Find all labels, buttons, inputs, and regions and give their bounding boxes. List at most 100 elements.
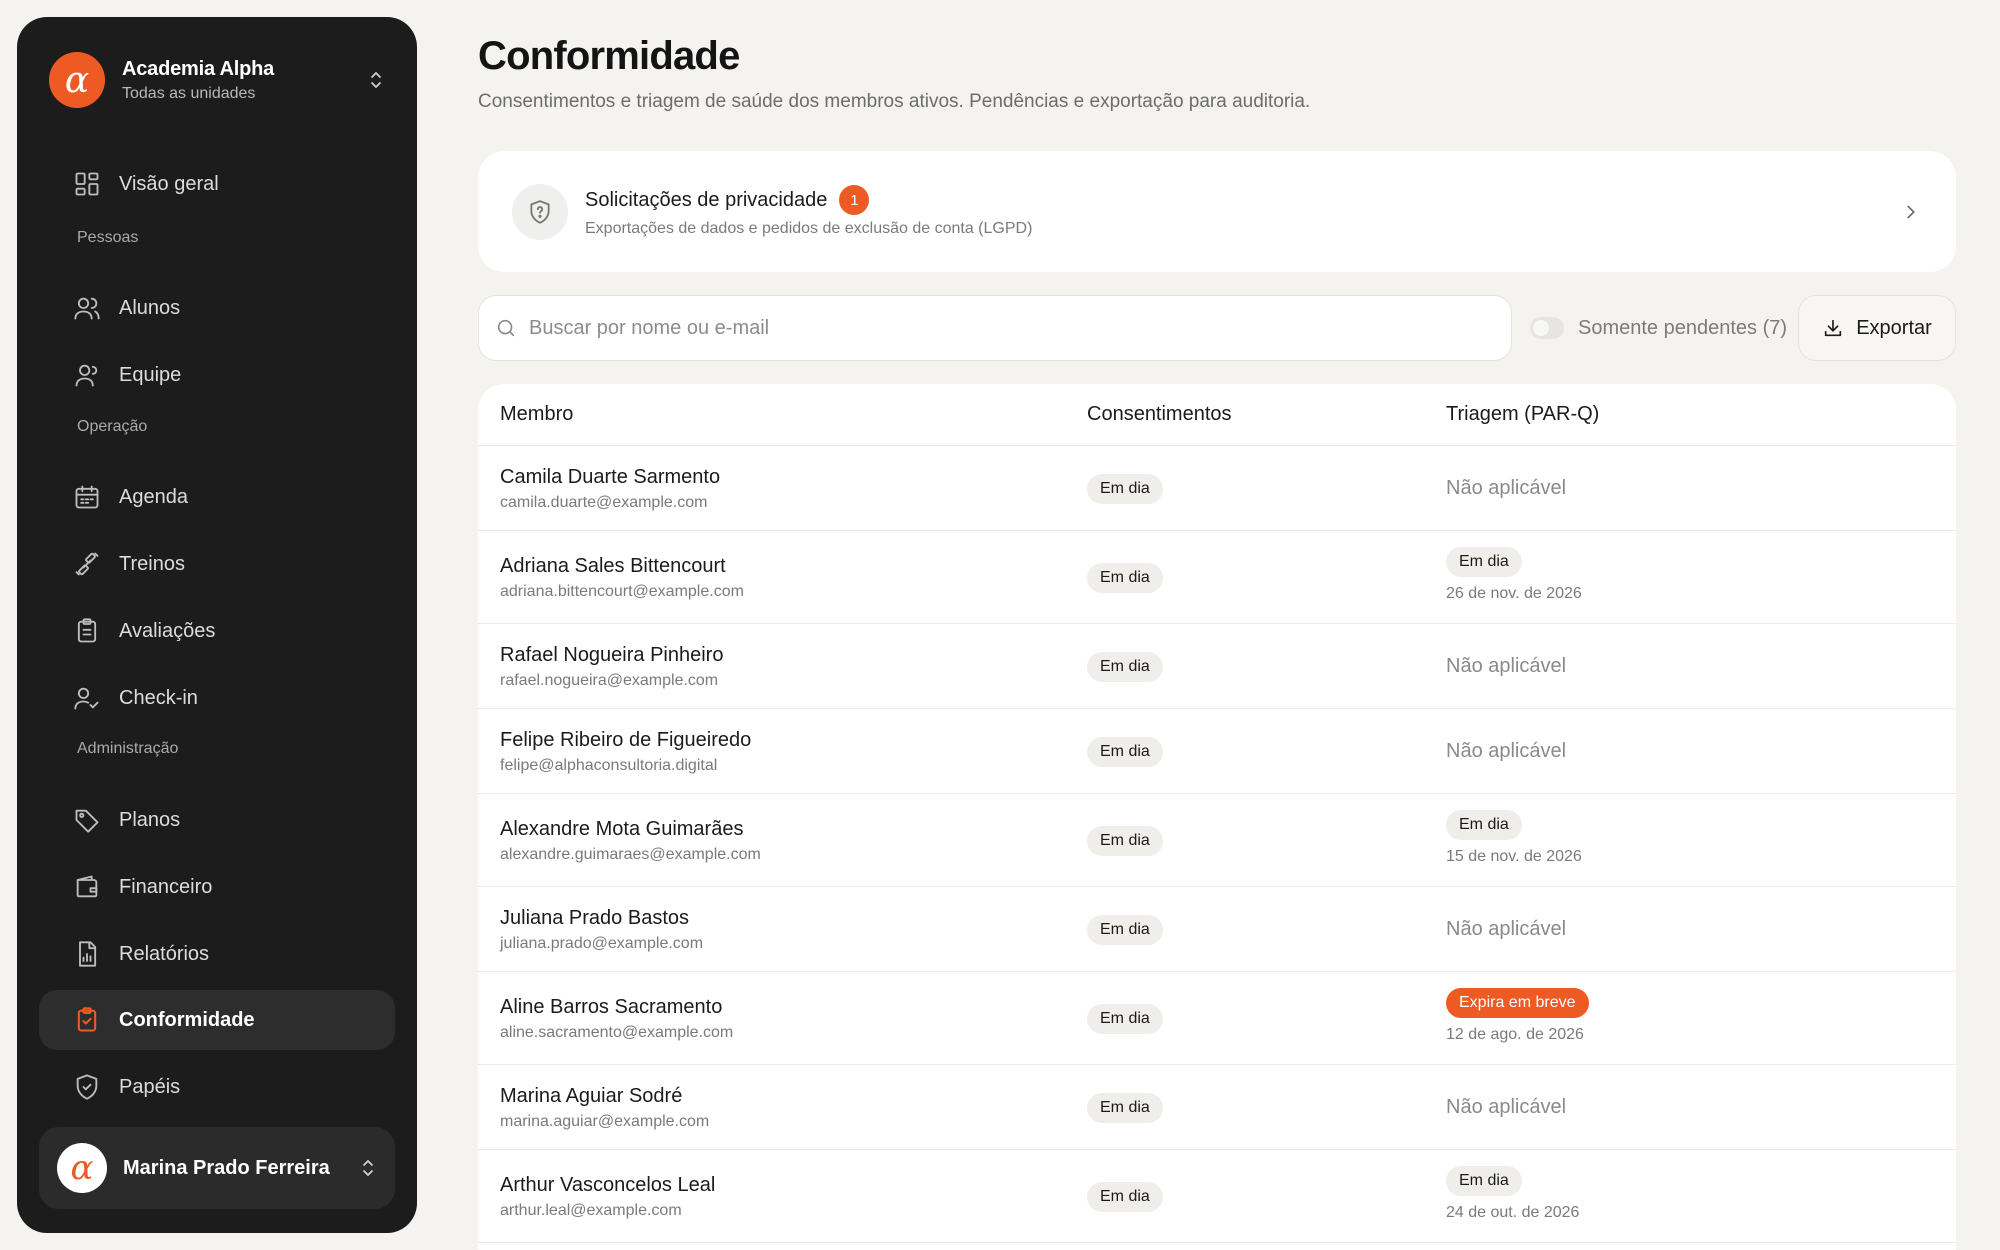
privacy-requests-title-row: Solicitações de privacidade 1 <box>585 185 1900 215</box>
table-row[interactable]: Juliana Prado Bastos juliana.prado@exampl… <box>478 887 1956 972</box>
triage-cell: Em dia 15 de nov. de 2026 <box>1446 810 1582 866</box>
member-cell: Juliana Prado Bastos juliana.prado@exampl… <box>500 907 703 953</box>
triage-cell: Em dia 26 de nov. de 2026 <box>1446 547 1582 603</box>
member-cell: Rafael Nogueira Pinheiro rafael.nogueira@… <box>500 644 723 690</box>
pending-filter[interactable]: Somente pendentes (7) <box>1530 295 1787 361</box>
member-name[interactable]: Rafael Nogueira Pinheiro <box>500 644 723 667</box>
organization-info: Academia Alpha Todas as unidades <box>122 58 367 103</box>
member-cell: Aline Barros Sacramento aline.sacramento@… <box>500 996 733 1042</box>
triage-cell: Não aplicável <box>1446 477 1566 500</box>
member-name[interactable]: Marina Aguiar Sodré <box>500 1085 709 1108</box>
sidebar-item-workouts[interactable]: Treinos <box>39 534 395 594</box>
consent-cell: Em dia <box>1087 826 1163 856</box>
consent-cell: Em dia <box>1087 474 1163 504</box>
wallet-icon <box>73 873 101 901</box>
export-label: Exportar <box>1856 316 1932 339</box>
member-name[interactable]: Camila Duarte Sarmento <box>500 466 720 489</box>
organization-switcher[interactable]: α Academia Alpha Todas as unidades <box>49 51 385 109</box>
user-menu[interactable]: α Marina Prado Ferreira <box>39 1127 395 1209</box>
member-email: adriana.bittencourt@example.com <box>500 583 744 600</box>
member-email: arthur.leal@example.com <box>500 1202 682 1219</box>
table-row[interactable]: Adriana Sales Bittencourt adriana.bittenc… <box>478 531 1956 624</box>
table-header: Membro Consentimentos Triagem (PAR-Q) <box>478 384 1956 446</box>
privacy-requests-title: Solicitações de privacidade <box>585 188 828 211</box>
triage-expiry-date: 24 de out. de 2026 <box>1446 1204 1580 1221</box>
triage-status-badge: Em dia <box>1446 1166 1522 1196</box>
sidebar-item-plans[interactable]: Planos <box>39 790 395 850</box>
user-name: Marina Prado Ferreira <box>123 1156 330 1179</box>
avatar: α <box>57 1143 107 1193</box>
triage-not-applicable: Não aplicável <box>1446 740 1567 762</box>
sidebar-item-finance[interactable]: Financeiro <box>39 857 395 917</box>
consent-status-badge: Em dia <box>1087 915 1163 945</box>
section-label-operation: Operação <box>77 418 148 435</box>
organization-logo: α <box>49 52 105 108</box>
search-input[interactable] <box>529 308 1511 348</box>
consent-cell: Em dia <box>1087 915 1163 945</box>
export-button[interactable]: Exportar <box>1798 295 1956 361</box>
table-body: Camila Duarte Sarmento camila.duarte@exam… <box>478 446 1956 1243</box>
sidebar-item-label: Papéis <box>119 1075 181 1098</box>
table-row[interactable]: Aline Barros Sacramento aline.sacramento@… <box>478 972 1956 1065</box>
triage-cell: Não aplicável <box>1446 1096 1566 1119</box>
chevron-up-down-icon[interactable] <box>367 68 385 92</box>
privacy-requests-card[interactable]: Solicitações de privacidade 1 Exportaçõe… <box>478 151 1956 272</box>
sidebar-item-label: Conformidade <box>119 1008 255 1031</box>
sidebar-item-assessments[interactable]: Avaliações <box>39 601 395 661</box>
chevron-up-down-icon[interactable] <box>359 1156 377 1180</box>
triage-cell: Expira em breve 12 de ago. de 2026 <box>1446 988 1589 1044</box>
sidebar-item-compliance[interactable]: Conformidade <box>39 990 395 1050</box>
member-name[interactable]: Aline Barros Sacramento <box>500 996 733 1019</box>
shield-question-icon <box>512 183 568 240</box>
table-row[interactable]: Rafael Nogueira Pinheiro rafael.nogueira@… <box>478 624 1956 709</box>
clipboard-list-icon <box>73 617 101 645</box>
sidebar-item-label: Alunos <box>119 296 181 319</box>
member-name[interactable]: Alexandre Mota Guimarães <box>500 818 761 841</box>
consent-status-badge: Em dia <box>1087 652 1163 682</box>
member-cell: Marina Aguiar Sodré marina.aguiar@example… <box>500 1085 709 1131</box>
sidebar-item-students[interactable]: Alunos <box>39 278 395 338</box>
member-name[interactable]: Arthur Vasconcelos Leal <box>500 1174 715 1197</box>
sidebar-item-roles[interactable]: Papéis <box>39 1057 395 1117</box>
organization-scope: Todas as unidades <box>122 84 256 102</box>
user-group-icon <box>73 361 101 389</box>
sidebar-item-label: Planos <box>119 808 181 831</box>
triage-not-applicable: Não aplicável <box>1446 918 1567 940</box>
consent-status-badge: Em dia <box>1087 1093 1163 1123</box>
member-email: felipe@alphaconsultoria.digital <box>500 757 718 774</box>
member-cell: Alexandre Mota Guimarães alexandre.guimar… <box>500 818 761 864</box>
member-name[interactable]: Felipe Ribeiro de Figueiredo <box>500 729 751 752</box>
search-field[interactable] <box>478 295 1512 361</box>
sidebar-item-label: Relatórios <box>119 942 210 965</box>
member-cell: Felipe Ribeiro de Figueiredo felipe@alpha… <box>500 729 751 775</box>
chevron-right-icon[interactable] <box>1900 201 1922 223</box>
pending-only-label: Somente pendentes (7) <box>1578 316 1788 339</box>
table-row[interactable]: Marina Aguiar Sodré marina.aguiar@example… <box>478 1065 1956 1150</box>
column-header-member[interactable]: Membro <box>500 403 573 426</box>
triage-not-applicable: Não aplicável <box>1446 655 1567 677</box>
privacy-requests-info: Solicitações de privacidade 1 Exportaçõe… <box>585 185 1900 238</box>
table-row[interactable]: Arthur Vasconcelos Leal arthur.leal@examp… <box>478 1150 1956 1243</box>
triage-cell: Não aplicável <box>1446 918 1566 941</box>
table-row[interactable]: Camila Duarte Sarmento camila.duarte@exam… <box>478 446 1956 531</box>
member-cell: Camila Duarte Sarmento camila.duarte@exam… <box>500 466 720 512</box>
user-check-icon <box>73 684 101 712</box>
member-name[interactable]: Juliana Prado Bastos <box>500 907 703 930</box>
sidebar-item-overview[interactable]: Visão geral <box>39 154 395 214</box>
column-header-consent[interactable]: Consentimentos <box>1087 403 1232 426</box>
member-email: juliana.prado@example.com <box>500 935 704 952</box>
organization-name: Academia Alpha <box>122 57 275 80</box>
grid-icon <box>73 170 101 198</box>
member-email: aline.sacramento@example.com <box>500 1024 734 1041</box>
consent-cell: Em dia <box>1087 1093 1163 1123</box>
table-row[interactable]: Felipe Ribeiro de Figueiredo felipe@alpha… <box>478 709 1956 794</box>
column-header-triage[interactable]: Triagem (PAR-Q) <box>1446 403 1599 426</box>
sidebar-item-checkin[interactable]: Check-in <box>39 668 395 728</box>
sidebar-item-staff[interactable]: Equipe <box>39 345 395 405</box>
table-row[interactable]: Alexandre Mota Guimarães alexandre.guimar… <box>478 794 1956 887</box>
members-table: Membro Consentimentos Triagem (PAR-Q) Ca… <box>478 384 1956 1250</box>
member-name[interactable]: Adriana Sales Bittencourt <box>500 555 744 578</box>
sidebar-item-reports[interactable]: Relatórios <box>39 924 395 984</box>
sidebar-item-schedule[interactable]: Agenda <box>39 467 395 527</box>
pending-only-toggle[interactable] <box>1530 317 1564 339</box>
